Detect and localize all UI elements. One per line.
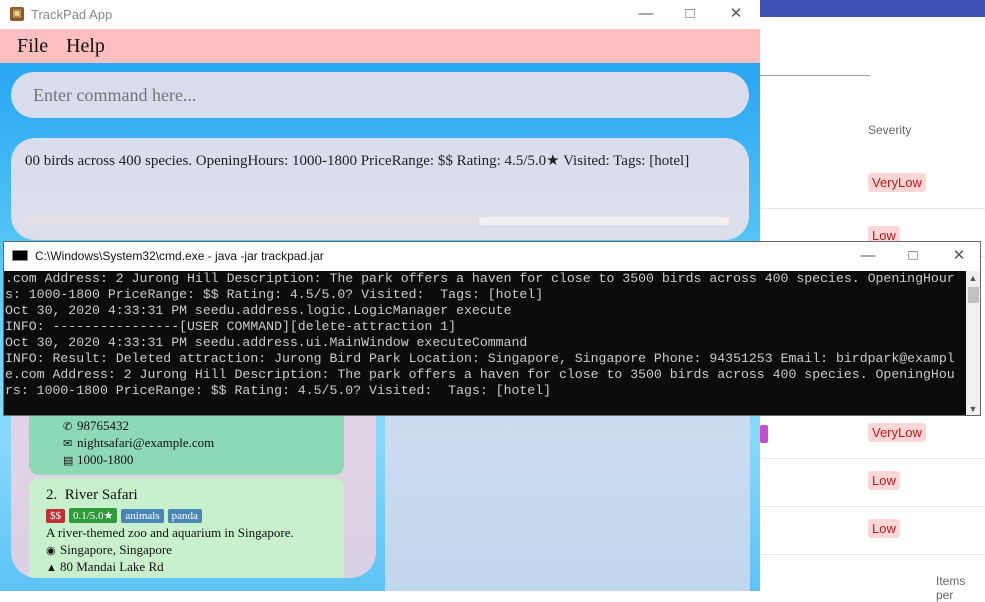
cmd-window-title: C:\Windows\System32\cmd.exe - java -jar … — [35, 249, 324, 263]
console-line: e.com Address: 2 Jurong Hill Description… — [5, 367, 955, 382]
console-vertical-scrollbar[interactable]: ▲ ▼ — [966, 271, 980, 415]
console-output[interactable]: .com Address: 2 Jurong Hill Description:… — [4, 271, 966, 415]
maximize-icon[interactable]: □ — [675, 4, 705, 24]
minimize-icon[interactable]: — — [631, 4, 661, 24]
severity-badge: Low — [868, 471, 900, 490]
scroll-down-icon[interactable]: ▼ — [966, 402, 980, 415]
severity-badge: Low — [868, 519, 900, 538]
attraction-address: 80 Mandai Lake Rd — [60, 559, 164, 574]
result-scrollbar-thumb[interactable] — [479, 217, 729, 225]
cmd-icon — [12, 250, 28, 261]
trackpad-app-icon: ▣ — [10, 7, 24, 21]
console-line: INFO: ----------------[USER COMMAND][del… — [5, 319, 457, 334]
menu-bar: File Help — [0, 29, 760, 63]
calendar-icon: ▤ — [63, 455, 74, 467]
price-tag: $$ — [46, 509, 65, 523]
window-title: TrackPad App — [31, 7, 113, 22]
console-line: s: 1000-1800 PriceRange: $$ Rating: 4.5/… — [5, 287, 544, 302]
cmd-window: C:\Windows\System32\cmd.exe - java -jar … — [3, 241, 981, 416]
attraction-card[interactable]: 2. River Safari $$ 0.1/5.0★ animals panda A… — [29, 478, 344, 578]
attraction-hours: 1000-1800 — [77, 452, 134, 467]
attraction-description: A river-themed zoo and aquarium in Singa… — [46, 525, 294, 540]
scrollbar-thumb[interactable] — [968, 287, 979, 303]
console-line: rs: 1000-1800 PriceRange: $$ Rating: 4.5… — [5, 383, 552, 398]
attraction-phone: 98765432 — [77, 418, 129, 433]
scroll-up-icon[interactable]: ▲ — [966, 271, 980, 286]
console-line: Oct 30, 2020 4:33:31 PM seedu.address.lo… — [5, 303, 512, 318]
tag-label: animals — [121, 509, 164, 523]
close-icon[interactable]: ✕ — [721, 4, 751, 24]
menu-file[interactable]: File — [17, 35, 48, 58]
attraction-name: River Safari — [64, 487, 138, 503]
rating-tag: 0.1/5.0★ — [69, 508, 118, 523]
console-line: .com Address: 2 Jurong Hill Description:… — [5, 271, 955, 286]
severity-column-header[interactable]: Severity — [868, 123, 911, 137]
attraction-index: 2. — [46, 487, 58, 503]
tag-chip — [760, 425, 768, 443]
console-line: INFO: Result: Deleted attraction: Jurong… — [5, 351, 955, 366]
severity-badge: VeryLow — [868, 423, 926, 442]
items-per-page-label: Items per — [936, 574, 966, 602]
close-icon[interactable]: ✕ — [944, 246, 974, 266]
cmd-titlebar[interactable]: C:\Windows\System32\cmd.exe - java -jar … — [4, 242, 980, 271]
command-input[interactable] — [11, 72, 749, 118]
trackpad-titlebar[interactable]: ▣ TrackPad App — □ ✕ — [0, 0, 760, 29]
minimize-icon[interactable]: — — [853, 246, 883, 266]
background-app-header-bar — [760, 0, 985, 17]
tag-label: panda — [167, 509, 202, 523]
result-display[interactable]: 00 birds across 400 species. OpeningHour… — [11, 138, 749, 240]
result-text: 00 birds across 400 species. OpeningHour… — [25, 153, 690, 169]
attraction-email: nightsafari@example.com — [77, 435, 215, 450]
attraction-location: Singapore, Singapore — [60, 542, 172, 557]
house-icon: ▲ — [46, 562, 57, 574]
background-input-underline — [760, 75, 870, 76]
maximize-icon[interactable]: □ — [898, 246, 928, 266]
menu-help[interactable]: Help — [66, 35, 105, 58]
severity-badge: VeryLow — [868, 173, 926, 192]
console-line: Oct 30, 2020 4:33:31 PM seedu.address.ui… — [5, 335, 528, 350]
